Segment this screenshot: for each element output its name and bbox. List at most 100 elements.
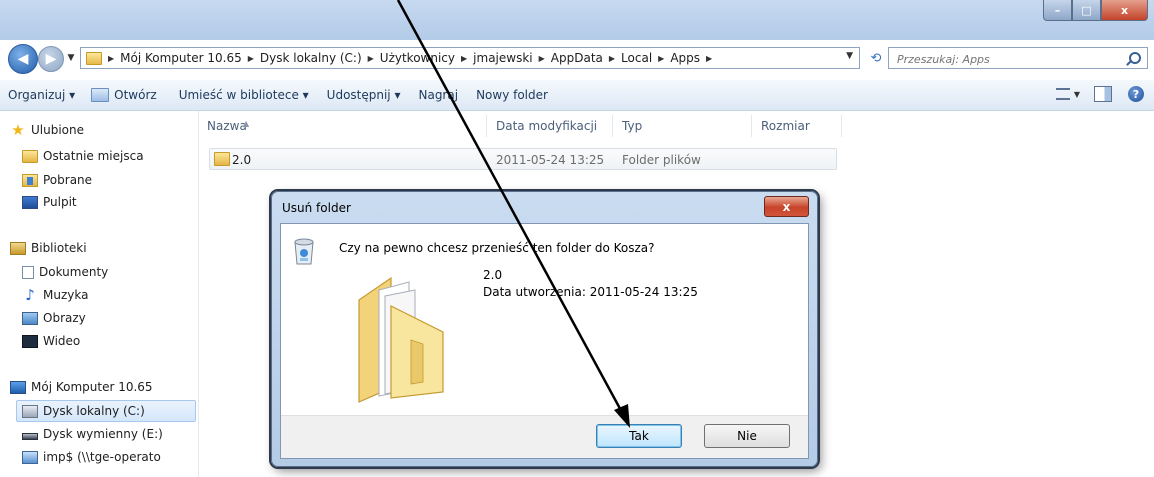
nav-label: Obrazy bbox=[43, 311, 86, 325]
dialog-title: Usuń folder bbox=[282, 201, 351, 215]
recent-places-icon bbox=[22, 149, 38, 163]
desktop-icon bbox=[22, 195, 38, 209]
nav-label: imp$ (\\tge-operato bbox=[43, 450, 161, 464]
nav-desktop[interactable]: Pulpit bbox=[22, 195, 77, 209]
chevron-down-icon: ▼ bbox=[67, 53, 75, 63]
navigation-row: ◀ ▶ ▼ ▶ Mój Komputer 10.65 ▶ Dysk lokaln… bbox=[0, 44, 1154, 74]
table-row[interactable]: 2.0 2011-05-24 13:25 Folder plików bbox=[209, 148, 837, 170]
breadcrumb-my-computer[interactable]: Mój Komputer 10.65 bbox=[120, 51, 242, 65]
navigation-pane: ★ Ulubione Ostatnie miejsca Pobrane Pulp… bbox=[0, 111, 199, 477]
maximize-button[interactable]: □ bbox=[1072, 0, 1101, 21]
column-divider[interactable] bbox=[612, 115, 613, 137]
libraries-icon bbox=[10, 241, 26, 255]
breadcrumb-user[interactable]: jmajewski bbox=[473, 51, 532, 65]
dialog-body: Czy na pewno chcesz przenieść ten folder… bbox=[280, 223, 809, 459]
column-size[interactable]: Rozmiar bbox=[761, 119, 810, 133]
nav-label: Pobrane bbox=[43, 173, 93, 187]
refresh-icon: ⟲ bbox=[870, 50, 882, 66]
title-bar: – □ x bbox=[0, 0, 1154, 40]
nav-pictures[interactable]: Obrazy bbox=[22, 311, 86, 325]
back-button[interactable]: ◀ bbox=[8, 44, 38, 74]
arrow-right-icon: ▶ bbox=[45, 51, 57, 67]
pictures-icon bbox=[22, 311, 38, 325]
breadcrumb-users[interactable]: Użytkownicy bbox=[380, 51, 455, 65]
burn-button[interactable]: Nagraj bbox=[418, 88, 458, 102]
breadcrumb-separator-icon: ▶ bbox=[461, 53, 468, 63]
breadcrumb-separator-icon: ▶ bbox=[108, 53, 115, 63]
hard-drive-icon bbox=[22, 404, 38, 418]
breadcrumb-separator-icon: ▶ bbox=[247, 53, 254, 63]
organize-button[interactable]: Organizuj ▾ bbox=[8, 88, 75, 102]
column-modified[interactable]: Data modyfikacji bbox=[496, 119, 597, 133]
chevron-down-icon[interactable]: ▼ bbox=[1074, 90, 1080, 99]
folder-icon bbox=[86, 51, 102, 65]
share-button[interactable]: Udostępnij ▾ bbox=[327, 88, 401, 102]
breadcrumb-local[interactable]: Local bbox=[621, 51, 652, 65]
minimize-button[interactable]: – bbox=[1043, 0, 1072, 21]
column-name[interactable]: Nazwa ▲ bbox=[207, 119, 249, 133]
nav-label: Dysk wymienny (E:) bbox=[43, 427, 163, 441]
search-icon[interactable] bbox=[1129, 52, 1141, 64]
delete-folder-dialog: Usuń folder x Czy na pewno chcesz przeni… bbox=[271, 191, 818, 467]
file-name: 2.0 bbox=[232, 153, 252, 167]
removable-drive-icon bbox=[22, 432, 38, 440]
videos-icon bbox=[22, 334, 38, 348]
toolbar-right: ▼ ? bbox=[1055, 86, 1144, 102]
nav-downloads[interactable]: Pobrane bbox=[22, 173, 92, 187]
nav-music[interactable]: ♪ Muzyka bbox=[22, 285, 88, 304]
new-folder-button[interactable]: Nowy folder bbox=[476, 88, 548, 102]
breadcrumb-separator-icon: ▶ bbox=[658, 53, 665, 63]
music-icon: ♪ bbox=[25, 285, 35, 304]
breadcrumb-appdata[interactable]: AppData bbox=[551, 51, 603, 65]
preview-pane-icon[interactable] bbox=[1094, 86, 1112, 102]
address-dropdown-icon[interactable]: ▼ bbox=[846, 51, 853, 61]
nav-documents[interactable]: Dokumenty bbox=[22, 265, 108, 279]
nav-label: Dokumenty bbox=[39, 265, 109, 279]
refresh-button[interactable]: ⟲ bbox=[866, 47, 886, 69]
nav-network-share[interactable]: imp$ (\\tge-operato bbox=[22, 450, 161, 464]
nav-local-disk[interactable]: Dysk lokalny (C:) bbox=[22, 404, 145, 418]
breadcrumb-apps[interactable]: Apps bbox=[670, 51, 700, 65]
column-divider[interactable] bbox=[751, 115, 752, 137]
nav-libraries[interactable]: Biblioteki bbox=[10, 241, 87, 255]
breadcrumb-separator-icon: ▶ bbox=[538, 53, 545, 63]
column-divider[interactable] bbox=[841, 115, 842, 137]
item-created-date: Data utworzenia: 2011-05-24 13:25 bbox=[483, 285, 698, 299]
downloads-icon bbox=[22, 173, 38, 187]
nav-label: Dysk lokalny (C:) bbox=[43, 404, 145, 418]
breadcrumb-separator-icon: ▶ bbox=[706, 53, 713, 63]
address-bar[interactable]: ▶ Mój Komputer 10.65 ▶ Dysk lokalny (C:)… bbox=[80, 47, 860, 69]
help-icon[interactable]: ? bbox=[1128, 86, 1144, 102]
forward-button[interactable]: ▶ bbox=[38, 46, 64, 72]
star-icon: ★ bbox=[11, 120, 25, 139]
nav-label: Biblioteki bbox=[31, 241, 87, 255]
dialog-question: Czy na pewno chcesz przenieść ten folder… bbox=[339, 241, 655, 255]
breadcrumb-separator-icon: ▶ bbox=[608, 53, 616, 63]
history-dropdown-button[interactable]: ▼ bbox=[64, 50, 78, 66]
breadcrumb-local-disk[interactable]: Dysk lokalny (C:) bbox=[260, 51, 362, 65]
nav-recent-places[interactable]: Ostatnie miejsca bbox=[22, 149, 144, 163]
nav-computer[interactable]: Mój Komputer 10.65 bbox=[10, 380, 153, 394]
caption-buttons: – □ x bbox=[1043, 0, 1148, 22]
network-drive-icon bbox=[22, 450, 38, 464]
include-in-library-button[interactable]: Umieść w bibliotece ▾ bbox=[179, 88, 309, 102]
column-divider[interactable] bbox=[486, 115, 487, 137]
dialog-close-button[interactable]: x bbox=[764, 196, 809, 217]
open-button[interactable]: Otwórz bbox=[91, 88, 157, 102]
open-label: Otwórz bbox=[114, 88, 157, 102]
column-type[interactable]: Typ bbox=[622, 119, 642, 133]
close-window-button[interactable]: x bbox=[1101, 0, 1148, 21]
explorer-window: – □ x ◀ ▶ ▼ ▶ Mój Komputer 10.65 ▶ Dysk … bbox=[0, 0, 1154, 477]
yes-button[interactable]: Tak bbox=[596, 424, 682, 448]
no-button[interactable]: Nie bbox=[704, 424, 790, 448]
search-input[interactable] bbox=[895, 50, 1119, 68]
command-bar: Organizuj ▾ Otwórz Umieść w bibliotece ▾… bbox=[0, 80, 1154, 111]
nav-favorites[interactable]: ★ Ulubione bbox=[10, 120, 84, 139]
nav-videos[interactable]: Wideo bbox=[22, 334, 80, 348]
nav-removable-disk[interactable]: Dysk wymienny (E:) bbox=[22, 427, 163, 441]
nav-label: Wideo bbox=[43, 334, 81, 348]
folder-icon bbox=[358, 276, 444, 403]
search-box[interactable] bbox=[888, 47, 1148, 69]
view-options-icon[interactable] bbox=[1055, 88, 1070, 100]
column-label: Nazwa bbox=[207, 119, 247, 133]
